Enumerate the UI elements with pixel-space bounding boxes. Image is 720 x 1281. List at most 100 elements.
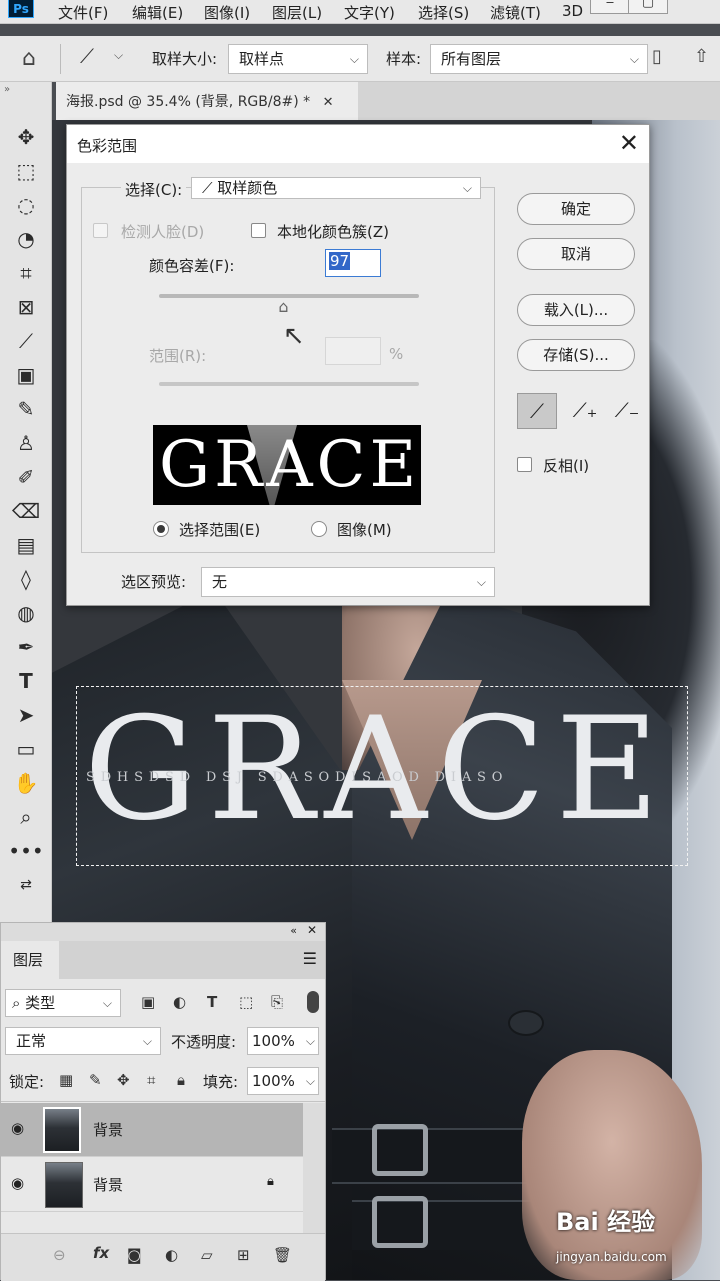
menu-file[interactable]: 文件(F)	[58, 2, 108, 23]
eyedropper-tool-icon[interactable]: ⟋	[0, 324, 52, 358]
menu-layer[interactable]: 图层(L)	[272, 2, 322, 23]
lock-all-icon[interactable]: 🔒︎	[177, 1071, 185, 1089]
menu-filter[interactable]: 滤镜(T)	[490, 2, 541, 23]
new-layer-icon[interactable]: ⊞	[237, 1246, 250, 1264]
chevron-down-icon[interactable]: ⌵	[114, 48, 123, 63]
menu-edit[interactable]: 编辑(E)	[132, 2, 183, 23]
sample-size-select[interactable]: 取样点 ⌵	[228, 44, 368, 74]
zoom-tool-icon[interactable]: ⌕	[0, 800, 52, 834]
lock-position-icon[interactable]: ✥	[117, 1071, 130, 1089]
smart-object-filter-icon[interactable]: ⎘	[271, 993, 283, 1011]
move-tool-icon[interactable]: ✥	[0, 120, 52, 154]
fx-icon[interactable]: fx	[93, 1244, 109, 1262]
eraser-tool-icon[interactable]: ⌫	[0, 494, 52, 528]
maximize-button[interactable]: ▢	[628, 0, 668, 14]
collapse-icon[interactable]: «	[290, 924, 297, 937]
baidu-watermark-url: jingyan.baidu.com	[556, 1250, 667, 1264]
trash-icon[interactable]: 🗑︎	[273, 1246, 292, 1264]
marquee-tool-icon[interactable]: ⬚	[0, 154, 52, 188]
opacity-input[interactable]: 100% ⌵	[247, 1027, 319, 1055]
history-brush-tool-icon[interactable]: ✐	[0, 460, 52, 494]
shape-filter-icon[interactable]: ⬚	[239, 993, 253, 1011]
lock-artboard-icon[interactable]: ⌗	[147, 1071, 155, 1089]
stamp-tool-icon[interactable]: ♙	[0, 426, 52, 460]
close-icon[interactable]: ✕	[619, 129, 639, 157]
load-button[interactable]: 载入(L)...	[517, 294, 635, 326]
filter-select[interactable]: ⌕ 类型 ⌵	[5, 989, 121, 1017]
detect-faces-checkbox[interactable]	[93, 223, 108, 238]
pen-tool-icon[interactable]: ✒	[0, 630, 52, 664]
quick-select-tool-icon[interactable]: ◔	[0, 222, 52, 256]
cancel-button[interactable]: 取消	[517, 238, 635, 270]
ok-button[interactable]: 确定	[517, 193, 635, 225]
crop-tool-icon[interactable]: ⌗	[0, 256, 52, 290]
blend-mode-select[interactable]: 正常 ⌵	[5, 1027, 161, 1055]
eyedropper-plus-icon[interactable]: ⟋₊	[565, 393, 605, 429]
layers-scrollbar[interactable]	[303, 1103, 325, 1233]
save-button[interactable]: 存储(S)...	[517, 339, 635, 371]
gradient-tool-icon[interactable]: ▤	[0, 528, 52, 562]
more-tools-icon[interactable]: •••	[0, 834, 52, 868]
select-dropdown[interactable]: ⟋ 取样颜色 ⌵	[191, 177, 481, 199]
menu-icon[interactable]: ☰	[303, 949, 317, 968]
close-icon[interactable]: ✕	[307, 923, 317, 937]
adjustment-icon[interactable]: ◐	[165, 1246, 178, 1264]
minimize-button[interactable]: ‒	[590, 0, 630, 14]
selection-radio[interactable]	[153, 521, 169, 537]
divider	[1, 1101, 325, 1102]
lasso-tool-icon[interactable]: ◌	[0, 188, 52, 222]
blur-tool-icon[interactable]: ◊	[0, 562, 52, 596]
adjustment-filter-icon[interactable]: ◐	[173, 993, 186, 1011]
type-filter-icon[interactable]: T	[207, 993, 217, 1011]
link-icon[interactable]: ⊖	[53, 1246, 66, 1264]
dodge-tool-icon[interactable]: ◍	[0, 596, 52, 630]
rectangle-tool-icon[interactable]: ▭	[0, 732, 52, 766]
layer-row[interactable]: ◉ 背景 🔒︎	[1, 1158, 303, 1212]
close-tab-icon[interactable]: ✕	[323, 95, 334, 110]
visibility-eye-icon[interactable]: ◉	[11, 1119, 24, 1137]
fuzziness-input[interactable]: 97	[325, 249, 381, 277]
tab-layers[interactable]: 图层	[1, 941, 59, 979]
image-radio[interactable]	[311, 521, 327, 537]
folder-icon[interactable]: ▱	[201, 1246, 213, 1264]
path-select-tool-icon[interactable]: ➤	[0, 698, 52, 732]
fuzziness-slider[interactable]	[159, 294, 419, 298]
document-tab[interactable]: 海报.psd @ 35.4% (背景, RGB/8#) * ✕	[56, 82, 358, 120]
range-slider[interactable]	[159, 382, 419, 386]
healing-tool-icon[interactable]: ▣	[0, 358, 52, 392]
visibility-eye-icon[interactable]: ◉	[11, 1174, 24, 1192]
hand-tool-icon[interactable]: ✋	[0, 766, 52, 800]
localized-checkbox[interactable]	[251, 223, 266, 238]
panel-icon[interactable]: ▯	[652, 46, 662, 67]
menu-image[interactable]: 图像(I)	[204, 2, 250, 23]
filter-toggle[interactable]	[307, 991, 319, 1013]
sample-select[interactable]: 所有图层 ⌵	[430, 44, 648, 74]
menu-bar: Ps 文件(F) 编辑(E) 图像(I) 图层(L) 文字(Y) 选择(S) 滤…	[0, 0, 720, 24]
swap-colors-icon[interactable]: ⇄	[0, 868, 52, 902]
fuzziness-slider-thumb[interactable]: ⌂	[278, 297, 288, 316]
home-icon[interactable]: ⌂	[22, 46, 36, 71]
lock-icon: 🔒︎	[267, 1174, 274, 1189]
menu-select[interactable]: 选择(S)	[418, 2, 469, 23]
lock-transparent-icon[interactable]: ▦	[59, 1071, 73, 1089]
selection-preview-select[interactable]: 无 ⌵	[201, 567, 495, 597]
collapse-icon[interactable]: »	[4, 84, 10, 95]
menu-type[interactable]: 文字(Y)	[344, 2, 395, 23]
blend-mode-value: 正常	[16, 1032, 47, 1050]
menu-3d[interactable]: 3D	[562, 2, 583, 20]
lock-image-icon[interactable]: ✎	[89, 1071, 102, 1089]
range-input[interactable]	[325, 337, 381, 365]
invert-checkbox[interactable]	[517, 457, 532, 472]
image-filter-icon[interactable]: ▣	[141, 993, 155, 1011]
brush-tool-icon[interactable]: ✎	[0, 392, 52, 426]
frame-tool-icon[interactable]: ⊠	[0, 290, 52, 324]
fill-input[interactable]: 100% ⌵	[247, 1067, 319, 1095]
eyedropper-icon[interactable]: ⟋	[517, 393, 557, 429]
layer-row[interactable]: ◉ 背景	[1, 1103, 303, 1157]
share-icon[interactable]: ⇧	[694, 46, 709, 67]
eyedropper-icon[interactable]: ⟋	[80, 44, 94, 68]
type-tool-icon[interactable]: T	[0, 664, 52, 698]
sample-label: 样本:	[386, 50, 422, 68]
eyedropper-minus-icon[interactable]: ⟋₋	[607, 393, 647, 429]
mask-icon[interactable]: ◙	[127, 1246, 142, 1264]
